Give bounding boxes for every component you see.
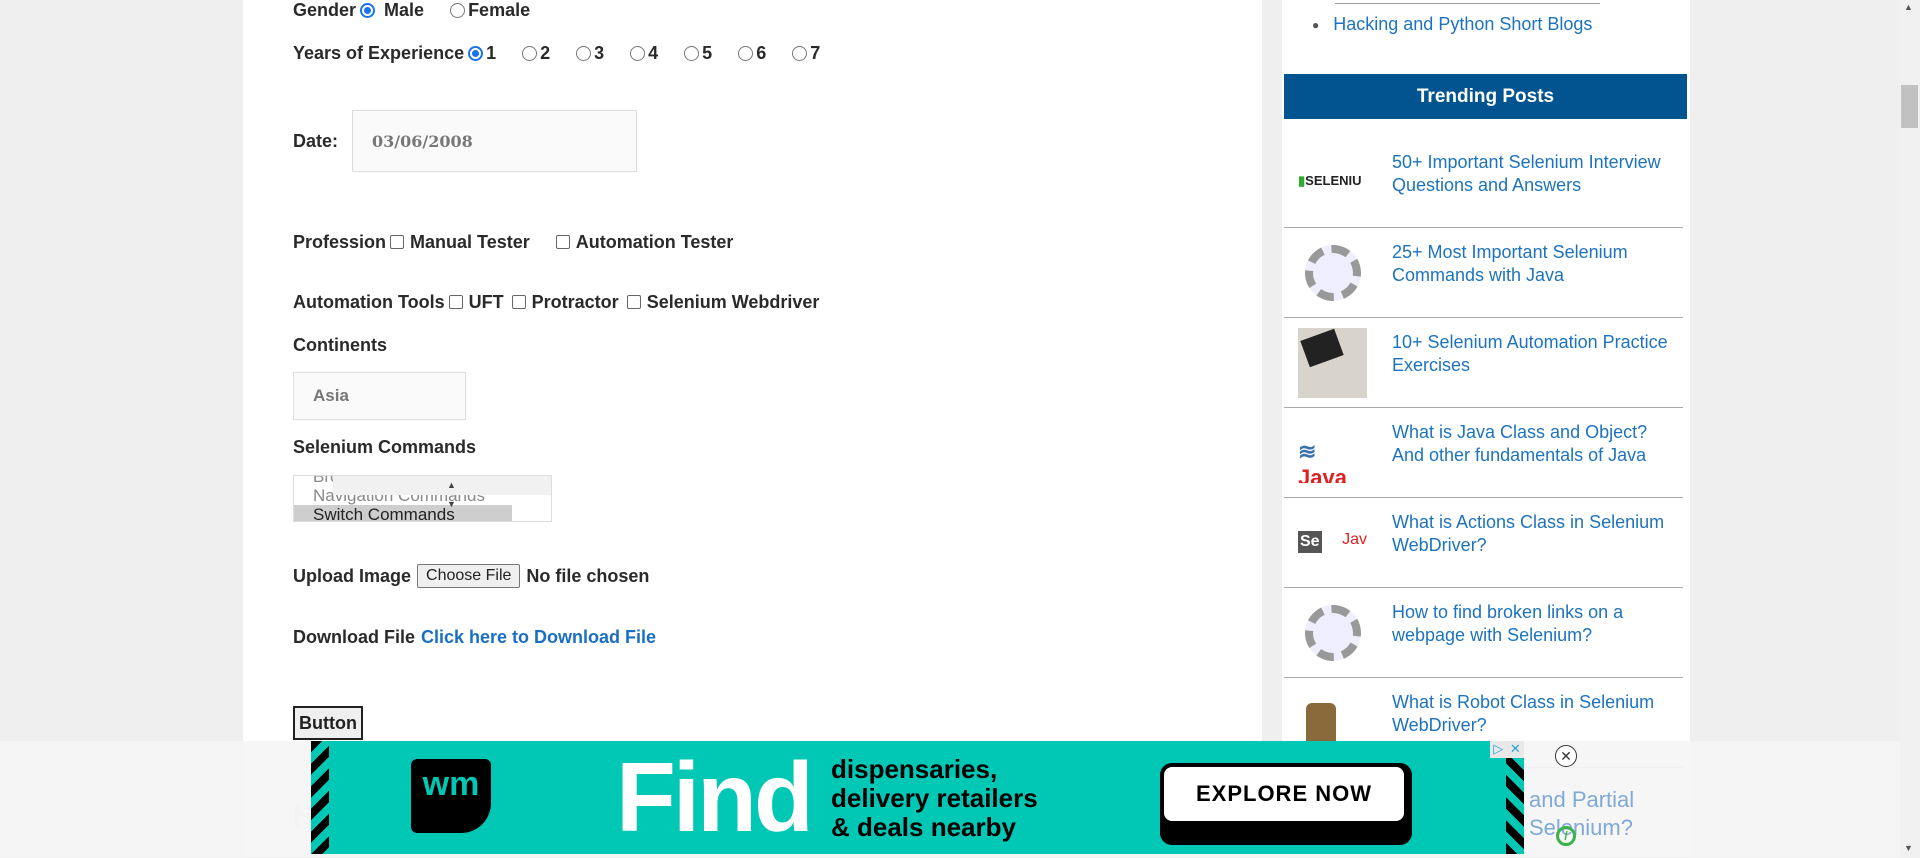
upload-label: Upload Image [293,565,412,586]
download-label: Download File [293,626,416,647]
gender-row: Gender Male Female [293,0,530,20]
continents-label: Continents [293,334,387,355]
post-link[interactable]: and Partial Selenium? [1529,786,1679,842]
uft-checkbox[interactable] [448,295,463,309]
ad-choices[interactable]: ▷ ✕ [1490,741,1524,758]
experience-radio-4[interactable] [630,45,646,61]
gender-male-radio[interactable] [360,2,376,18]
ad-banner[interactable]: wm Find dispensaries, delivery retailers… [311,741,1524,854]
ad-close-icon[interactable]: ✕ [1510,741,1521,758]
experience-option: 6 [756,42,767,63]
scroll-up-icon[interactable]: ▲ [1904,2,1913,12]
experience-radio-7[interactable] [792,45,808,61]
continents-select[interactable]: Asia [293,372,466,420]
download-link[interactable]: Click here to Download File [421,627,656,648]
post-link[interactable]: How to find broken links on a webpage wi… [1392,601,1682,647]
automation-tester-checkbox[interactable] [555,235,570,249]
gender-male-label: Male [384,0,425,20]
commands-listbox[interactable]: Browser Commands Navigation Commands Swi… [293,475,552,522]
experience-radio-5[interactable] [684,45,700,61]
upload-row: Upload Image Choose File No file chosen [293,562,649,590]
post-thumbnail [1298,603,1367,663]
page-scrollbar[interactable] [1900,0,1920,857]
post-thumbnail: ▮SELENIU [1298,153,1367,213]
ad-provider-icon: / [1556,826,1576,846]
blog-list-item: ● Hacking and Python Short Blogs [1312,13,1592,36]
experience-radio-6[interactable] [738,45,754,61]
scrollbar-thumb[interactable] [1901,85,1918,128]
trending-post[interactable]: Se Jav What is Actions Class in Selenium … [1284,498,1683,588]
gender-female-label: Female [468,0,531,20]
profession-row: Profession Manual Tester Automation Test… [293,231,733,253]
close-overlay-icon[interactable]: ✕ [1555,745,1577,767]
post-thumbnail [1298,243,1367,303]
post-link[interactable]: 50+ Important Selenium Interview Questio… [1392,151,1682,197]
ad-text: dispensaries, delivery retailers & deals… [831,755,1038,842]
uft-label: UFT [468,291,504,312]
post-link[interactable]: 10+ Selenium Automation Practice Exercis… [1392,331,1682,377]
date-label: Date: [293,130,339,151]
scroll-down-icon[interactable]: ▼ [1904,843,1913,853]
selenium-webdriver-checkbox[interactable] [626,295,641,309]
blog-link[interactable]: Hacking and Python Short Blogs [1333,13,1592,36]
tools-row: Automation Tools UFT Protractor Selenium… [293,291,819,313]
generic-button[interactable]: Button [293,706,363,740]
post-thumbnail: ≋ Java [1298,439,1347,483]
trending-post[interactable]: 10+ Selenium Automation Practice Exercis… [1284,318,1683,408]
ad-line: & deals nearby [831,812,1016,842]
download-row: Download File Click here to Download Fil… [293,626,656,648]
post-thumbnail [1298,328,1367,398]
experience-option: 3 [594,42,605,63]
experience-radio-3[interactable] [576,45,592,61]
arrow-down-icon[interactable]: ▼ [447,499,456,509]
adchoices-icon[interactable]: ▷ [1493,741,1503,758]
ad-logo: wm [411,759,491,833]
ad-line: dispensaries, [831,754,998,784]
commands-label: Selenium Commands [293,436,477,457]
manual-tester-label: Manual Tester [410,231,530,252]
trending-header: Trending Posts [1284,74,1687,119]
experience-row: Years of Experience 1 2 3 4 5 6 7 [293,42,820,64]
post-link[interactable]: What is Robot Class in Selenium WebDrive… [1392,691,1682,737]
arrow-up-icon[interactable]: ▲ [447,480,456,490]
trending-post[interactable]: ≋ Java What is Java Class and Object? An… [1284,408,1683,498]
experience-radio-2[interactable] [522,45,538,61]
tools-label: Automation Tools [293,291,445,312]
protractor-checkbox[interactable] [511,295,526,309]
choose-file-button[interactable]: Choose File [417,564,521,588]
commands-option-selected[interactable]: Switch Commands [294,505,512,521]
profession-label: Profession [293,231,387,252]
experience-radio-1[interactable] [468,45,484,61]
experience-option: 4 [648,42,659,63]
post-link[interactable]: What is Actions Class in Selenium WebDri… [1392,511,1682,557]
date-input[interactable]: 03/06/2008 [352,110,637,172]
experience-label: Years of Experience [293,42,465,63]
trending-post[interactable]: 25+ Most Important Selenium Commands wit… [1284,228,1683,318]
ad-line: delivery retailers [831,783,1038,813]
post-thumbnail: Se Jav [1298,513,1367,573]
divider [1335,3,1600,4]
gender-label: Gender [293,0,357,20]
experience-option: 7 [810,42,821,63]
manual-tester-checkbox[interactable] [390,235,405,249]
experience-option: 1 [486,42,497,63]
trending-post[interactable]: How to find broken links on a webpage wi… [1284,588,1683,678]
automation-tester-label: Automation Tester [575,231,734,252]
bullet: ● [1312,17,1320,32]
listbox-scrollbar[interactable]: ▲ ▼ [333,476,551,509]
protractor-label: Protractor [531,291,619,312]
file-status: No file chosen [526,565,650,586]
experience-option: 2 [540,42,551,63]
ad-headline: Find [616,742,814,852]
selenium-webdriver-label: Selenium Webdriver [646,291,820,312]
trending-post[interactable]: ▮SELENIU 50+ Important Selenium Intervie… [1284,138,1683,228]
post-link[interactable]: What is Java Class and Object? And other… [1392,421,1682,467]
experience-option: 5 [702,42,713,63]
explore-now-button[interactable]: EXPLORE NOW [1164,767,1404,821]
zigzag-border [311,741,329,854]
post-link[interactable]: 25+ Most Important Selenium Commands wit… [1392,241,1682,287]
gender-female-radio[interactable] [450,2,466,18]
